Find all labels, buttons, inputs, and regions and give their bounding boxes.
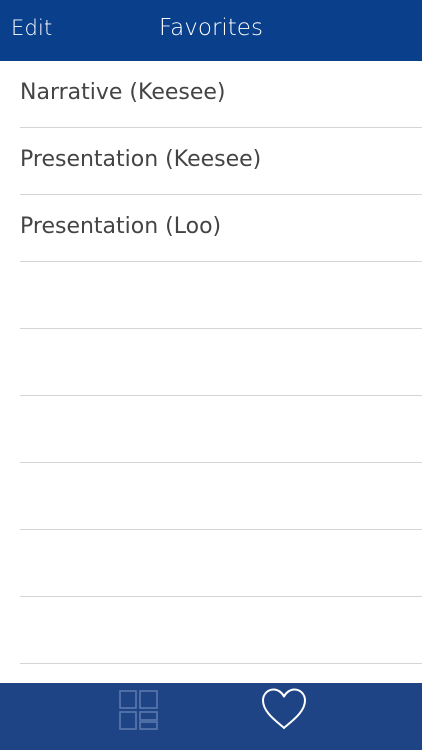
list-item[interactable]: Narrative (Keesee): [20, 61, 422, 128]
list-item-label: Presentation (Keesee): [20, 147, 262, 172]
favorites-list: Narrative (Keesee) Presentation (Keesee)…: [0, 61, 422, 683]
empty-row: [20, 597, 422, 664]
list-item[interactable]: Presentation (Keesee): [20, 128, 422, 195]
tab-browse[interactable]: [88, 683, 188, 750]
list-item[interactable]: Presentation (Loo): [20, 195, 422, 262]
grid-icon: [119, 690, 158, 730]
navigation-bar: Edit Favorites: [0, 0, 422, 61]
favorites-screen: Edit Favorites Narrative (Keesee) Presen…: [0, 0, 422, 750]
empty-row: [20, 262, 422, 329]
empty-row: [20, 329, 422, 396]
list-item-label: Presentation (Loo): [20, 214, 222, 239]
heart-icon: [262, 688, 306, 729]
tab-bar: [0, 683, 422, 750]
tab-favorites[interactable]: [233, 683, 333, 750]
empty-row: [20, 396, 422, 463]
empty-row: [20, 463, 422, 530]
empty-row: [20, 530, 422, 597]
page-title: Favorites: [159, 15, 263, 41]
list-item-label: Narrative (Keesee): [20, 80, 226, 105]
